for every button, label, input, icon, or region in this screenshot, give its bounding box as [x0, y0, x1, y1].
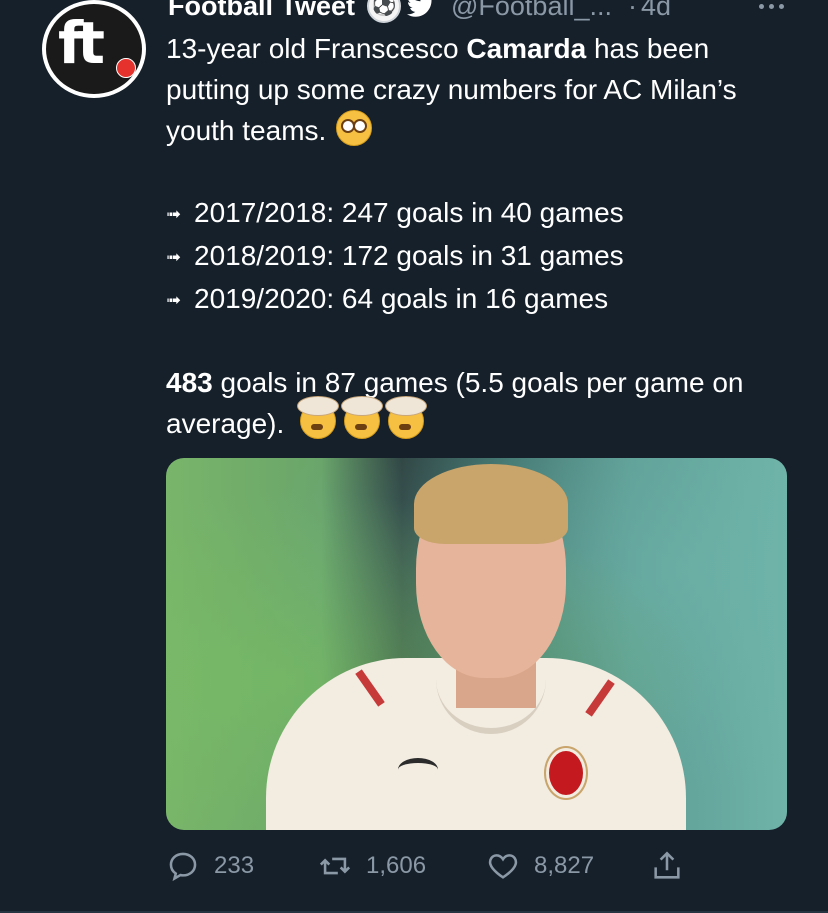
reply-icon — [169, 852, 197, 882]
separator-dot: · — [628, 0, 637, 21]
intro-paragraph: 13-year old Franscesco Camarda has been … — [166, 33, 737, 146]
heart-icon — [488, 854, 518, 879]
summary-paragraph: 483 goals in 87 games (5.5 goals per gam… — [166, 367, 744, 439]
reply-count: 233 — [214, 852, 255, 879]
tweet-header: Football Tweet ⚽ @Football_... · 4d — [168, 0, 788, 26]
display-name[interactable]: Football Tweet — [168, 0, 355, 22]
tweet-actions: 233 1,606 8,827 — [166, 844, 726, 888]
reply-button[interactable]: 233 — [166, 849, 318, 883]
stat-line: ➟ 2018/2019: 172 goals in 31 games — [166, 235, 796, 278]
arrow-icon: ➟ — [166, 204, 181, 224]
timestamp[interactable]: 4d — [641, 0, 671, 22]
arrow-icon: ➟ — [166, 290, 181, 310]
ft-logo-icon: ft — [46, 4, 142, 94]
ac-milan-crest-icon — [546, 748, 586, 798]
retweet-button[interactable]: 1,606 — [318, 849, 486, 883]
soccer-ball-icon: ⚽ — [367, 0, 401, 23]
share-button[interactable] — [650, 849, 690, 883]
tweet[interactable]: ft Football Tweet ⚽ @Football_... · 4d 1… — [0, 0, 828, 913]
stat-line: ➟ 2017/2018: 247 goals in 40 games — [166, 192, 796, 235]
player-name: Camarda — [466, 33, 587, 64]
red-ball-icon — [116, 58, 136, 78]
tweet-text: 13-year old Franscesco Camarda has been … — [166, 28, 796, 444]
twitter-bird-icon — [407, 0, 432, 17]
retweet-count: 1,606 — [366, 852, 427, 879]
stat-line: ➟ 2019/2020: 64 goals in 16 games — [166, 278, 796, 321]
exploding-head-emoji — [341, 396, 384, 439]
more-options-icon[interactable] — [759, 4, 784, 9]
share-icon — [654, 851, 680, 879]
exploding-head-emoji — [385, 396, 428, 439]
handle[interactable]: @Football_... — [451, 0, 612, 22]
like-count: 8,827 — [534, 852, 595, 879]
exploding-head-emoji — [297, 396, 340, 439]
puma-logo-icon — [398, 758, 438, 781]
retweet-icon — [319, 857, 351, 875]
avatar[interactable]: ft — [42, 0, 146, 98]
name-badges: ⚽ — [367, 0, 435, 23]
tweet-photo[interactable] — [166, 458, 787, 830]
total-goals: 483 — [166, 367, 213, 398]
flushed-face-emoji — [336, 110, 373, 146]
like-button[interactable]: 8,827 — [486, 849, 650, 883]
arrow-icon: ➟ — [166, 247, 181, 267]
